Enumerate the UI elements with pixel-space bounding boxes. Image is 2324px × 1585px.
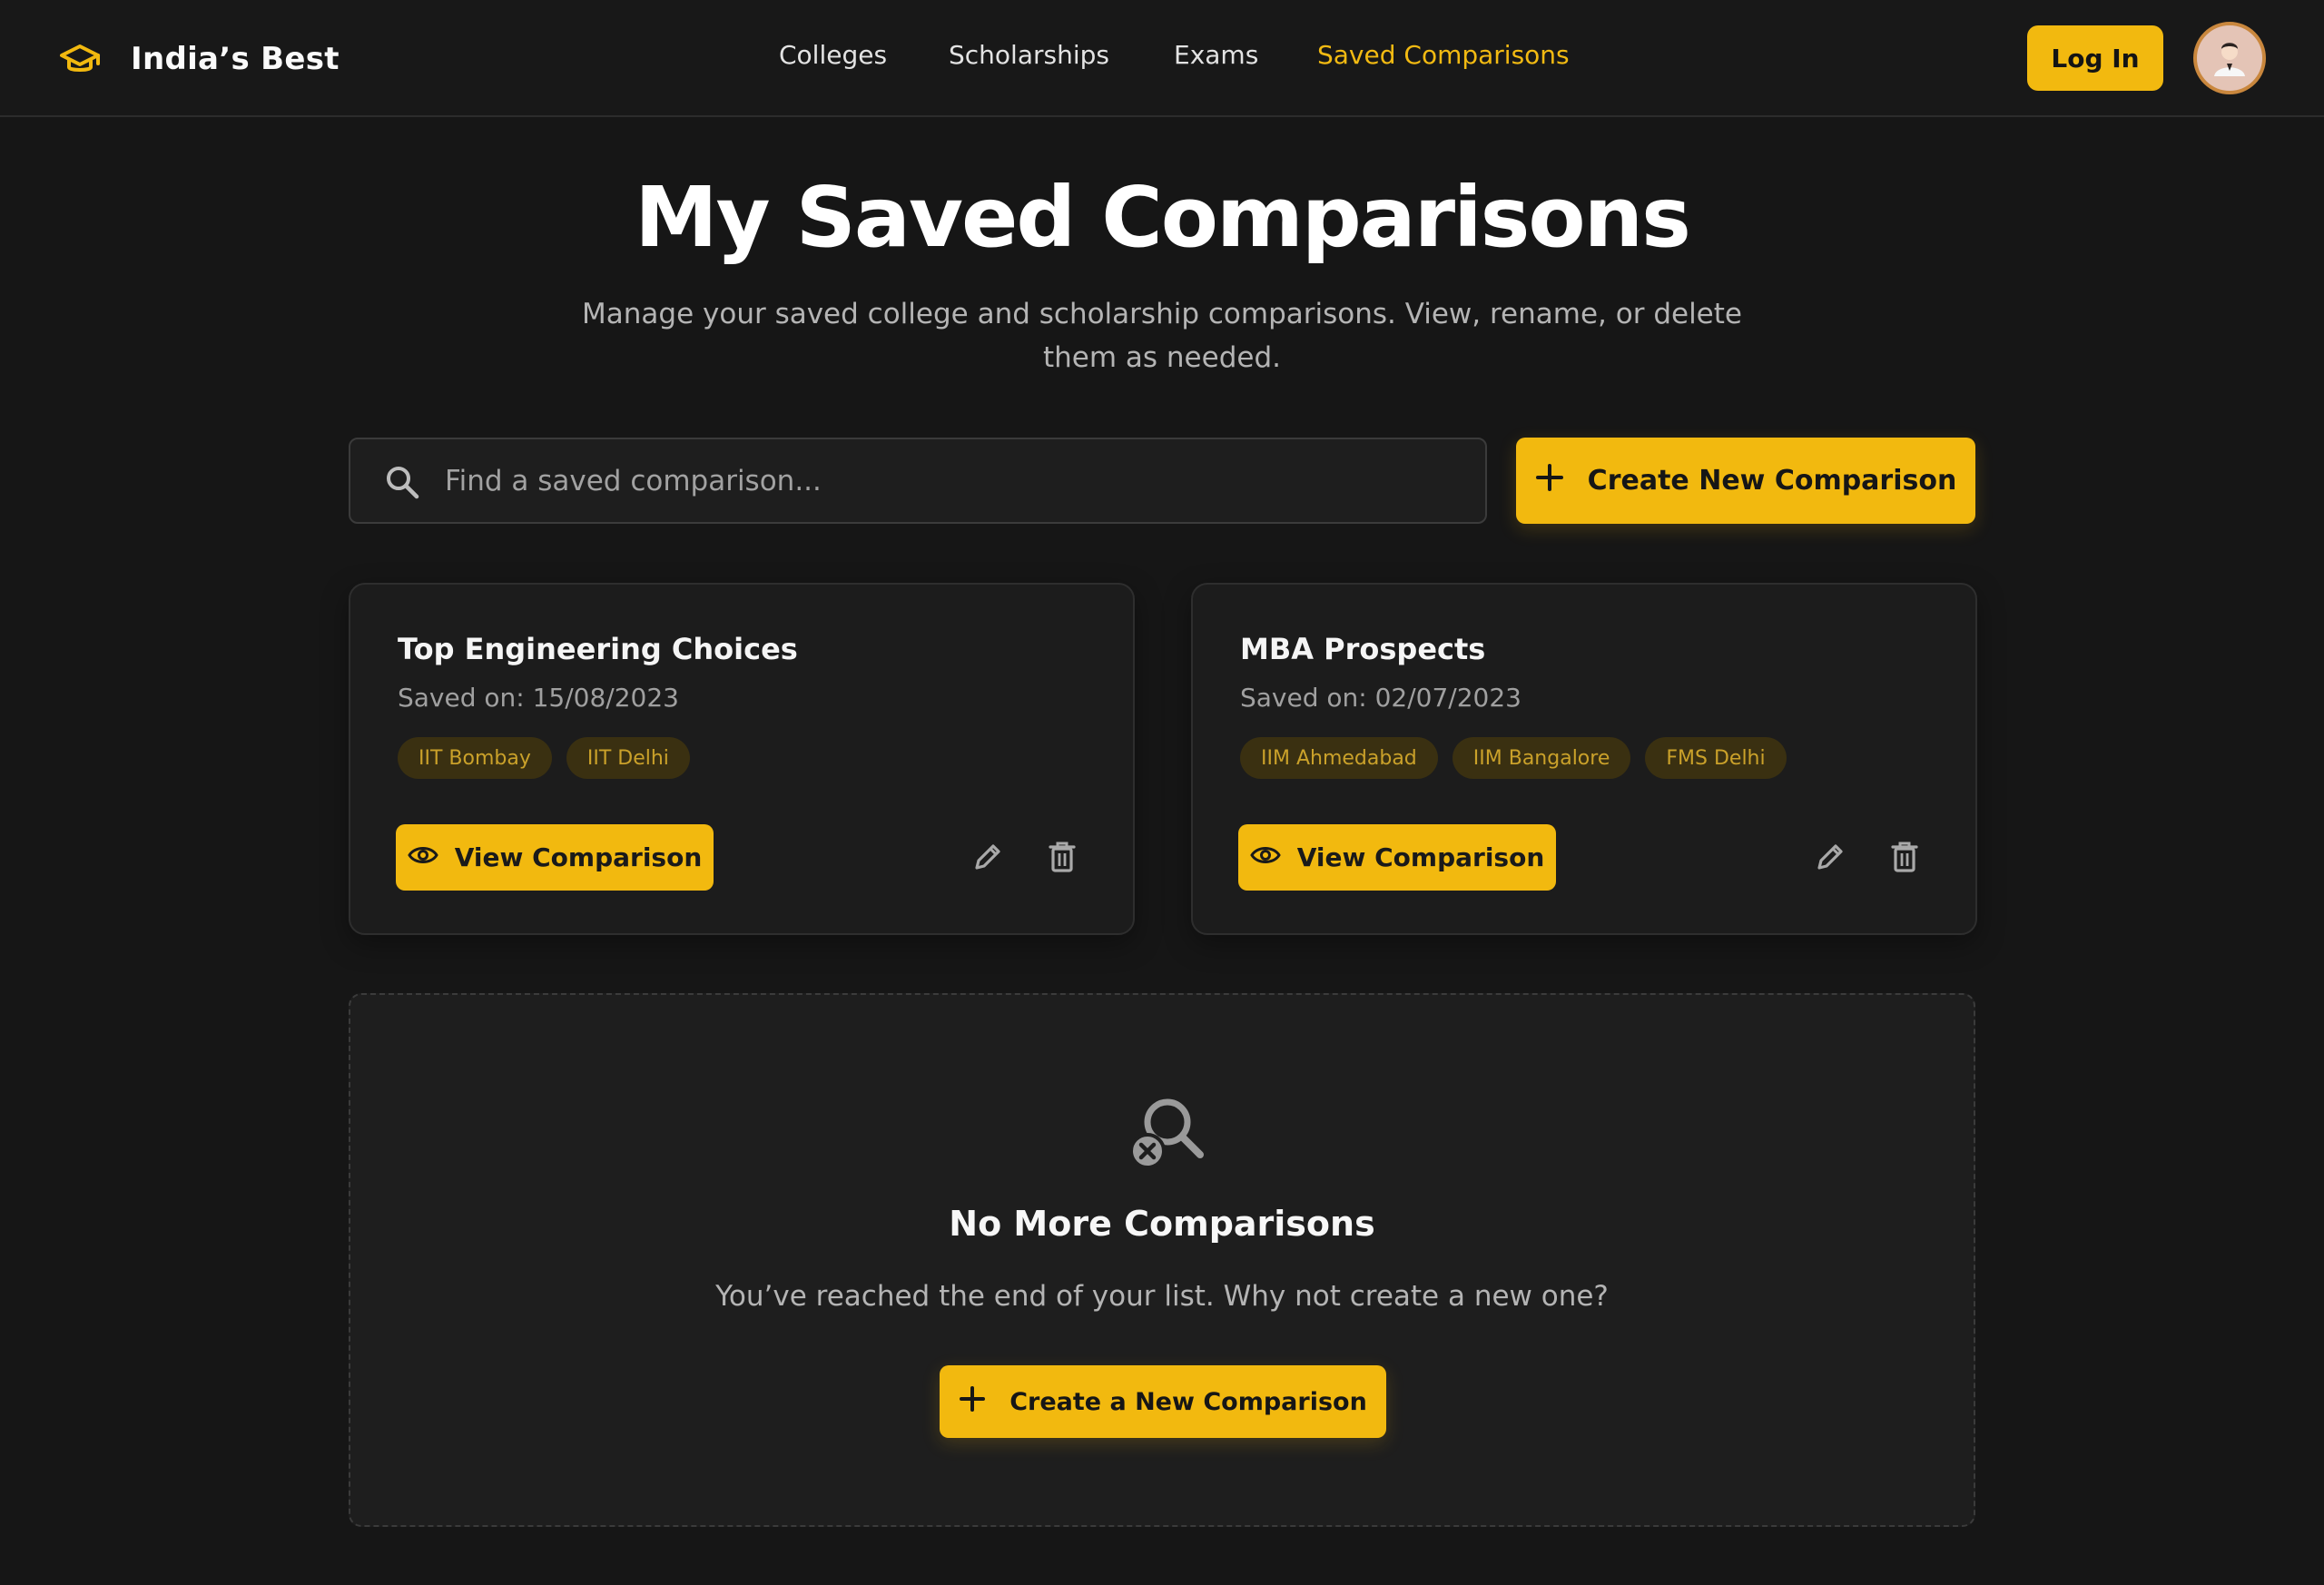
empty-state: No More Comparisons You’ve reached the e… bbox=[349, 993, 1975, 1527]
institution-tag: IIT Bombay bbox=[398, 737, 552, 779]
search-box bbox=[349, 438, 1487, 524]
top-navbar: India’s Best Colleges Scholarships Exams… bbox=[0, 0, 2324, 117]
view-comparison-label: View Comparison bbox=[1296, 842, 1545, 872]
create-a-new-comparison-label: Create a New Comparison bbox=[1009, 1387, 1367, 1416]
view-comparison-label: View Comparison bbox=[454, 842, 703, 872]
comparison-title: Top Engineering Choices bbox=[398, 632, 798, 666]
institution-tag: IIT Delhi bbox=[566, 737, 690, 779]
empty-state-title: No More Comparisons bbox=[949, 1204, 1375, 1244]
page-title: My Saved Comparisons bbox=[635, 169, 1691, 266]
nav-link-scholarships[interactable]: Scholarships bbox=[949, 40, 1109, 70]
trash-icon[interactable] bbox=[1885, 837, 1925, 877]
nav-link-saved-comparisons[interactable]: Saved Comparisons bbox=[1317, 40, 1570, 70]
edit-icon[interactable] bbox=[1810, 837, 1850, 877]
institution-tag: IIM Ahmedabad bbox=[1240, 737, 1438, 779]
comparison-card: Top Engineering Choices Saved on: 15/08/… bbox=[349, 583, 1135, 935]
comparison-card: MBA Prospects Saved on: 02/07/2023 IIM A… bbox=[1191, 583, 1977, 935]
user-avatar[interactable] bbox=[2193, 22, 2266, 94]
eye-icon bbox=[407, 842, 438, 872]
empty-state-text: You’ve reached the end of your list. Why… bbox=[715, 1280, 1609, 1313]
search-off-icon bbox=[1122, 1088, 1213, 1178]
search-input[interactable] bbox=[445, 439, 1462, 522]
create-a-new-comparison-button[interactable]: Create a New Comparison bbox=[940, 1365, 1386, 1438]
comparison-saved-date: Saved on: 15/08/2023 bbox=[398, 683, 679, 713]
institution-tag: FMS Delhi bbox=[1645, 737, 1787, 779]
create-new-comparison-button[interactable]: Create New Comparison bbox=[1516, 438, 1975, 524]
comparison-title: MBA Prospects bbox=[1240, 632, 1486, 666]
trash-icon[interactable] bbox=[1042, 837, 1082, 877]
page-subtitle: Manage your saved college and scholarshi… bbox=[582, 298, 1742, 374]
nav-link-colleges[interactable]: Colleges bbox=[779, 40, 887, 70]
comparison-tags: IIM Ahmedabad IIM Bangalore FMS Delhi bbox=[1240, 737, 1787, 779]
plus-icon bbox=[959, 1385, 986, 1419]
eye-icon bbox=[1249, 842, 1281, 872]
comparison-saved-date: Saved on: 02/07/2023 bbox=[1240, 683, 1521, 713]
login-button[interactable]: Log In bbox=[2027, 25, 2163, 91]
edit-icon[interactable] bbox=[968, 837, 1008, 877]
nav-link-exams[interactable]: Exams bbox=[1174, 40, 1258, 70]
search-icon bbox=[383, 463, 421, 501]
plus-icon bbox=[1535, 463, 1564, 499]
view-comparison-button[interactable]: View Comparison bbox=[396, 824, 714, 891]
institution-tag: IIM Bangalore bbox=[1452, 737, 1631, 779]
comparison-tags: IIT Bombay IIT Delhi bbox=[398, 737, 690, 779]
main-nav: Colleges Scholarships Exams Saved Compar… bbox=[0, 40, 2324, 76]
view-comparison-button[interactable]: View Comparison bbox=[1238, 824, 1556, 891]
create-new-comparison-label: Create New Comparison bbox=[1587, 465, 1957, 497]
user-avatar-icon bbox=[2197, 25, 2262, 91]
